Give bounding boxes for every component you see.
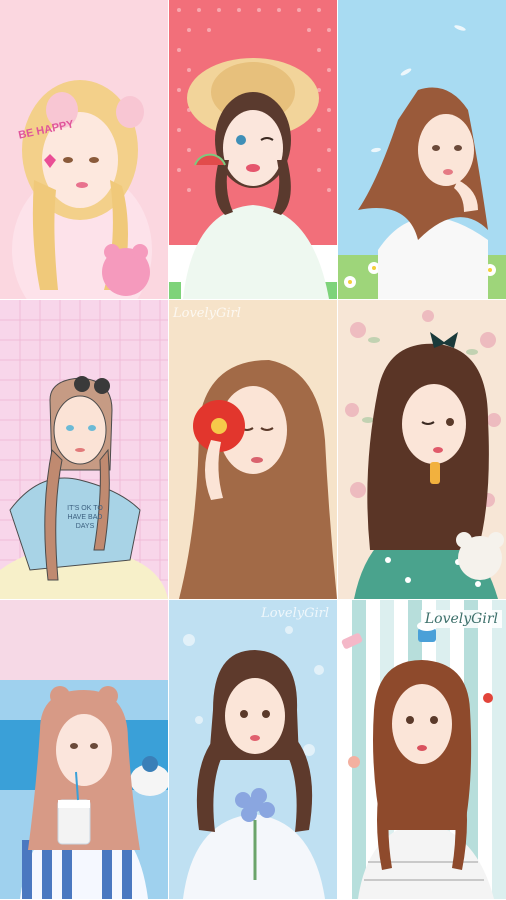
- wallpaper-tile-8[interactable]: LovelyGirl: [169, 600, 337, 899]
- wallpaper-image-5: [169, 300, 337, 599]
- wallpaper-image-4: [0, 300, 168, 599]
- wallpaper-tile-9[interactable]: LovelyGirl: [338, 600, 506, 899]
- wallpaper-image-6: [338, 300, 506, 599]
- wallpaper-image-3: [338, 0, 506, 299]
- wallpaper-tile-1[interactable]: BE HAPPY: [0, 0, 168, 299]
- wallpaper-tile-2[interactable]: [169, 0, 337, 299]
- wallpaper-tile-3[interactable]: [338, 0, 506, 299]
- wallpaper-tile-7[interactable]: [0, 600, 168, 899]
- wallpaper-tile-5[interactable]: LovelyGirl: [169, 300, 337, 599]
- wallpaper-tile-6[interactable]: [338, 300, 506, 599]
- wallpaper-image-2: [169, 0, 337, 299]
- wallpaper-image-1: [0, 0, 168, 299]
- wallpaper-image-7: [0, 600, 168, 899]
- wallpaper-image-8: [169, 600, 337, 899]
- wallpaper-tile-4[interactable]: IT'S OK TO HAVE BAD DAYS: [0, 300, 168, 599]
- wallpaper-image-9: [338, 600, 506, 899]
- wallpaper-grid: BE HAPPY IT'S OK TO HAVE BAD DAYS Lovely…: [0, 0, 506, 900]
